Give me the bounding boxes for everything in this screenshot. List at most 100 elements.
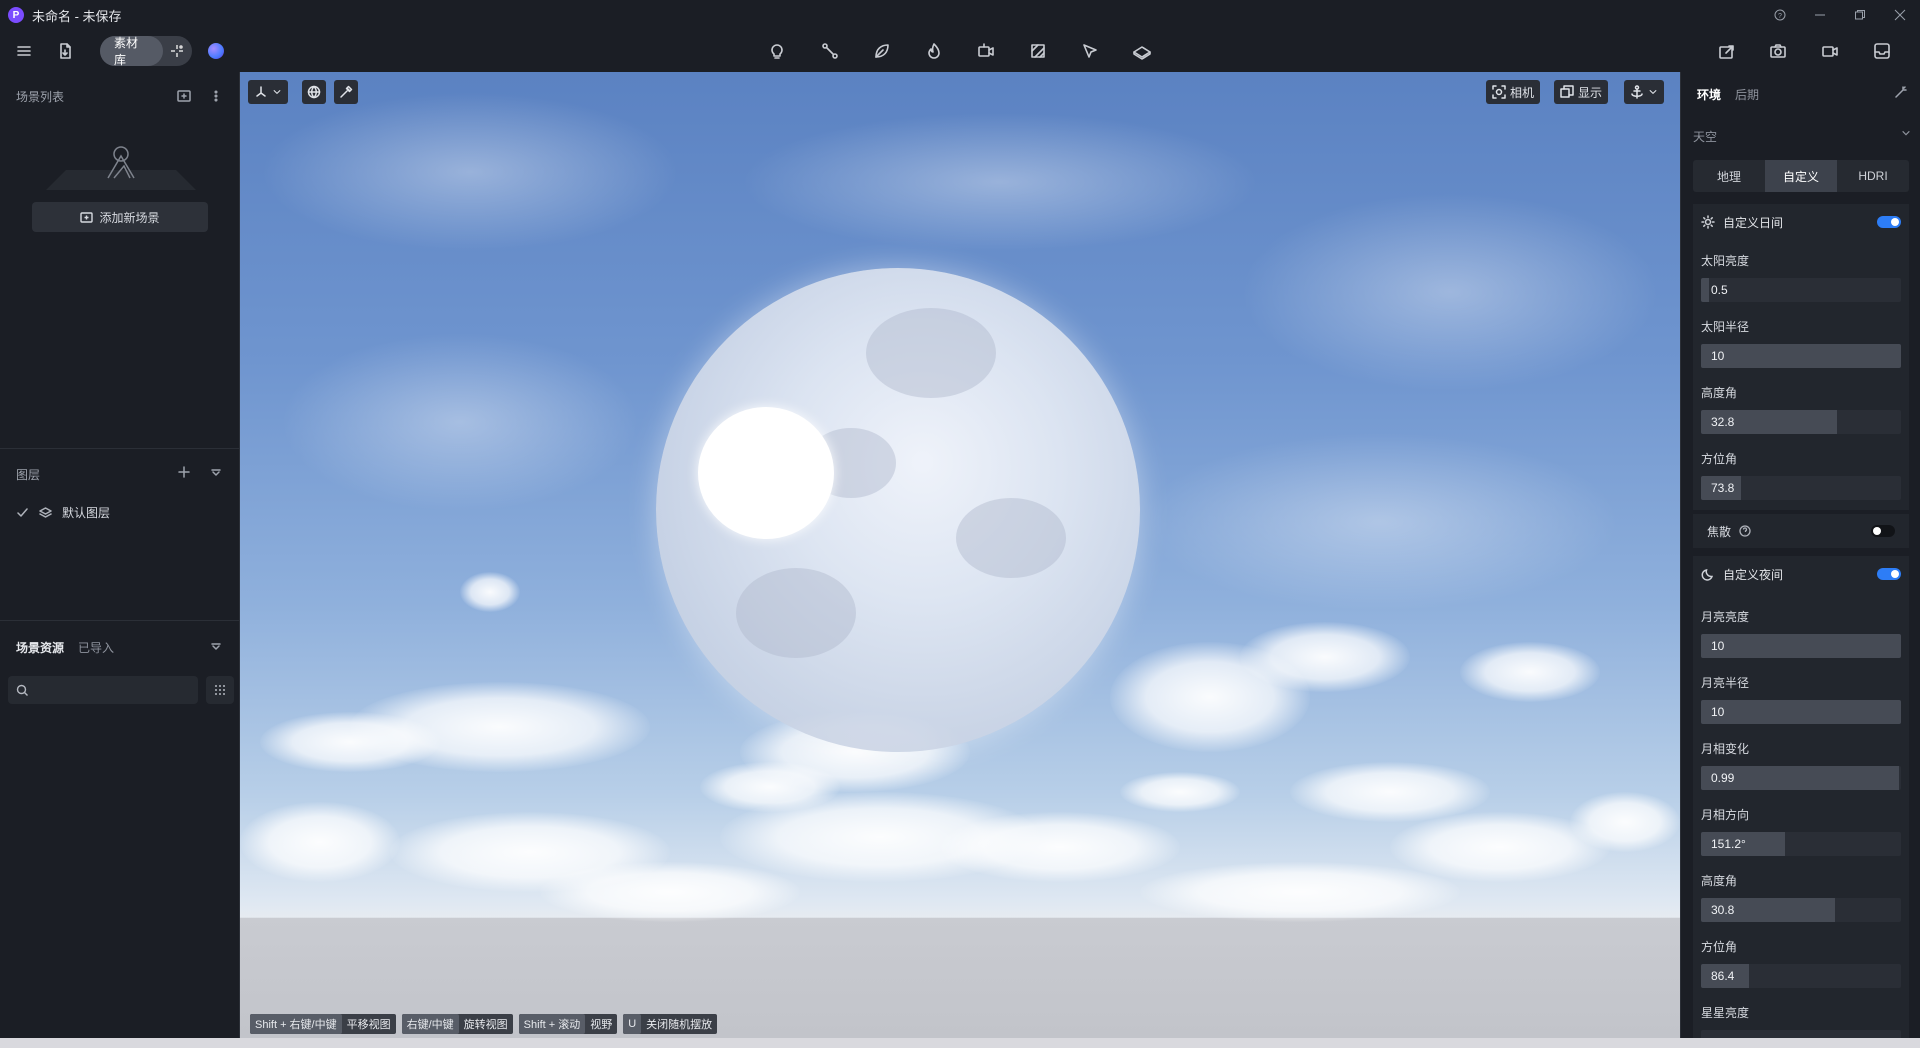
- divider: [0, 448, 240, 449]
- slider-value: 86.4: [1711, 969, 1735, 983]
- custom-day-title: 自定义日间: [1723, 215, 1784, 230]
- cloud: [240, 802, 400, 882]
- hint-action: 平移视图: [346, 1019, 391, 1031]
- sparkle-icon[interactable]: [163, 44, 192, 58]
- caustics-toggle[interactable]: [1871, 525, 1895, 537]
- search-icon: [16, 684, 28, 696]
- anchor-icon: [1631, 85, 1643, 99]
- display-button[interactable]: 显示: [1554, 80, 1609, 104]
- hint-action: 关闭随机摆放: [646, 1019, 713, 1031]
- sky-section-header[interactable]: 天空: [1693, 128, 1911, 145]
- custom-day-toggle[interactable]: [1877, 216, 1901, 228]
- tab-imported[interactable]: 已导入: [78, 639, 114, 656]
- library-button[interactable]: 素材库: [100, 36, 163, 67]
- star-brightness-slider[interactable]: [1701, 1030, 1901, 1038]
- library-toggle[interactable]: 素材库: [100, 36, 192, 67]
- sun-radius-slider[interactable]: 10: [1701, 344, 1901, 368]
- annotate-icon[interactable]: [1076, 37, 1104, 65]
- fire-icon[interactable]: [920, 37, 948, 65]
- tab-environment[interactable]: 环境: [1697, 86, 1721, 103]
- menu-icon[interactable]: [10, 37, 38, 65]
- layers-icon: [39, 507, 52, 518]
- asset-search-input[interactable]: [8, 676, 198, 704]
- moon-brightness-slider[interactable]: 10: [1701, 634, 1901, 658]
- svg-text:?: ?: [1778, 13, 1782, 20]
- scene-list-title: 场景列表: [16, 90, 65, 104]
- sun-azimuth-slider[interactable]: 73.8: [1701, 476, 1901, 500]
- 3d-viewport[interactable]: 相机 显示 Shift + 右键/中键 平移视图 右键/中键 旋转视图 Shift …: [240, 72, 1680, 1038]
- moon-azimuth-slider[interactable]: 86.4: [1701, 964, 1901, 988]
- moon-crater: [866, 308, 996, 398]
- add-scene-icon[interactable]: [176, 88, 192, 104]
- close-button[interactable]: [1880, 0, 1920, 30]
- add-layer-icon[interactable]: [176, 464, 192, 480]
- globe-button[interactable]: [302, 80, 326, 104]
- sky-mode-custom[interactable]: 自定义: [1765, 160, 1837, 192]
- add-new-scene-button[interactable]: 添加新场景: [32, 202, 208, 232]
- sky-mode-hdri[interactable]: HDRI: [1837, 160, 1909, 192]
- check-icon[interactable]: [16, 506, 29, 519]
- anchor-dropdown[interactable]: [1624, 80, 1664, 104]
- sun-elevation-slider[interactable]: 32.8: [1701, 410, 1901, 434]
- chevron-down-icon: [273, 90, 281, 94]
- sky-title: 天空: [1693, 130, 1718, 144]
- moon-elevation-slider[interactable]: 30.8: [1701, 898, 1901, 922]
- hint-key: Shift + 滚动: [518, 1014, 586, 1034]
- main-toolbar: 素材库: [0, 30, 1920, 72]
- help-icon[interactable]: [1739, 525, 1751, 537]
- export-icon[interactable]: [1713, 37, 1741, 65]
- moon-phase-slider[interactable]: 0.99: [1701, 766, 1901, 790]
- cloud-haze: [1240, 192, 1660, 392]
- collapse-icon[interactable]: [208, 638, 224, 654]
- restore-button[interactable]: [1840, 0, 1880, 30]
- file-icon[interactable]: [51, 37, 79, 65]
- left-panel: 场景列表 添加新场景 图层 默认图层 场景资源 已导入: [0, 72, 240, 1048]
- eyedropper-button[interactable]: [334, 80, 358, 104]
- add-new-scene-label: 添加新场景: [99, 210, 160, 225]
- record-video-icon[interactable]: [1816, 37, 1844, 65]
- leaf-icon[interactable]: [868, 37, 896, 65]
- light-bulb-icon[interactable]: [763, 37, 791, 65]
- hint-pan: Shift + 右键/中键 平移视图: [250, 1014, 396, 1034]
- sun-icon: [1701, 215, 1715, 229]
- slider-value: 32.8: [1711, 415, 1735, 429]
- layer-item-default[interactable]: 默认图层: [16, 504, 110, 521]
- help-icon[interactable]: ?: [1760, 0, 1800, 30]
- moon-icon: [1701, 569, 1714, 581]
- sun-brightness-slider[interactable]: 0.5: [1701, 278, 1901, 302]
- cloud-haze: [260, 92, 680, 252]
- cloud-haze: [1140, 432, 1620, 612]
- screenshot-icon[interactable]: [1764, 37, 1792, 65]
- cloud-haze: [740, 112, 1260, 252]
- moon-phase-direction-slider[interactable]: 151.2°: [1701, 832, 1901, 856]
- ai-assistant-icon[interactable]: [208, 43, 224, 59]
- sky-mode-geo[interactable]: 地理: [1693, 160, 1765, 192]
- tab-scene-assets[interactable]: 场景资源: [16, 639, 64, 656]
- material-icon[interactable]: [1024, 37, 1052, 65]
- hint-key: U: [623, 1014, 642, 1034]
- sky-mode-selector: 地理 自定义 HDRI: [1693, 160, 1909, 192]
- more-icon[interactable]: [208, 88, 224, 104]
- video-camera-icon[interactable]: [972, 37, 1000, 65]
- camera-label: 相机: [1510, 85, 1535, 100]
- camera-button[interactable]: 相机: [1486, 80, 1541, 104]
- tab-post-processing[interactable]: 后期: [1735, 86, 1759, 103]
- hint-key: 右键/中键: [401, 1014, 459, 1034]
- grid-view-button[interactable]: [206, 676, 234, 704]
- gizmo-dropdown[interactable]: [248, 80, 288, 104]
- inbox-icon[interactable]: [1868, 37, 1896, 65]
- path-tool-icon[interactable]: [816, 37, 844, 65]
- collapse-icon[interactable]: [208, 464, 224, 480]
- display-icon: [1560, 85, 1574, 98]
- minimize-button[interactable]: [1800, 0, 1840, 30]
- custom-night-title: 自定义夜间: [1723, 567, 1784, 582]
- custom-night-toggle[interactable]: [1877, 568, 1901, 580]
- custom-night-header: 自定义夜间: [1693, 556, 1909, 592]
- slider-value: 10: [1711, 639, 1725, 653]
- hint-key: Shift + 右键/中键: [250, 1014, 342, 1034]
- slider-fill: [1701, 278, 1709, 302]
- moon-radius-slider[interactable]: 10: [1701, 700, 1901, 724]
- magic-wand-icon[interactable]: [1893, 84, 1909, 100]
- terrain-icon[interactable]: [1128, 37, 1156, 65]
- globe-icon: [307, 85, 321, 99]
